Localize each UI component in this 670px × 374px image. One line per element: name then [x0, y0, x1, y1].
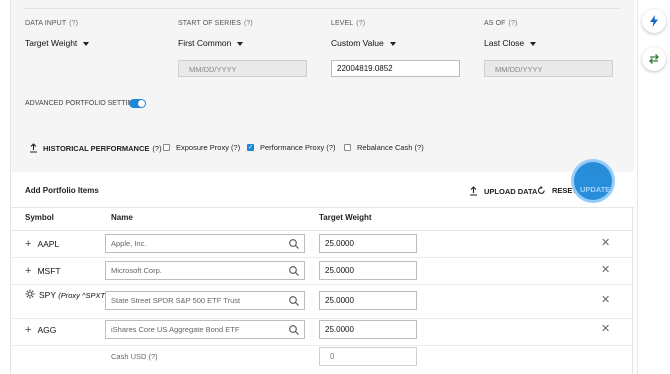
close-icon[interactable]: ✕: [601, 263, 610, 276]
search-icon[interactable]: [288, 295, 300, 307]
update-button-highlight: [574, 162, 612, 200]
table-row: SPY (Proxy ^SPXTR) State Street SPDR S&P…: [11, 285, 634, 319]
data-input-select[interactable]: Target Weight: [25, 38, 90, 48]
caret-down-icon: [389, 41, 396, 46]
update-button[interactable]: UPDATE: [580, 185, 610, 194]
help-icon[interactable]: (?): [356, 20, 365, 27]
start-date-input[interactable]: MM/DD/YYYY: [178, 60, 307, 77]
help-icon[interactable]: (?): [509, 20, 518, 27]
level-field: LEVEL (?) Custom Value: [331, 20, 396, 48]
close-icon[interactable]: ✕: [601, 322, 610, 335]
close-icon[interactable]: ✕: [601, 236, 610, 249]
name-input[interactable]: Apple, Inc.: [105, 234, 305, 253]
portfolio-items-title: Add Portfolio Items: [25, 186, 99, 195]
side-rail: [637, 0, 670, 374]
plus-icon[interactable]: +: [25, 238, 31, 250]
data-input-label: DATA INPUT: [25, 20, 67, 27]
cash-input[interactable]: 0: [319, 347, 417, 366]
as-of-select[interactable]: Last Close: [484, 38, 537, 48]
level-label: LEVEL: [331, 20, 354, 27]
help-icon[interactable]: (?): [244, 20, 253, 27]
weight-input[interactable]: 25.0000: [319, 261, 417, 280]
close-icon[interactable]: ✕: [601, 293, 610, 306]
lightning-icon: [650, 15, 658, 27]
swap-icon: [649, 54, 659, 64]
as-of-date-input[interactable]: MM/DD/YYYY: [484, 60, 613, 77]
cash-label: Cash USD (?): [111, 352, 158, 361]
symbol-cell: + AAPL: [25, 238, 60, 250]
level-value-input[interactable]: 22004819.0852: [331, 60, 460, 77]
divider: [25, 8, 620, 9]
level-select[interactable]: Custom Value: [331, 38, 396, 48]
advanced-settings-label: ADVANCED PORTFOLIO SETTINGS: [25, 100, 143, 107]
name-input[interactable]: Microsoft Corp.: [105, 261, 305, 280]
caret-down-icon: [83, 41, 90, 46]
historical-performance-button[interactable]: HISTORICAL PERFORMANCE (?): [29, 143, 162, 153]
search-icon[interactable]: [288, 265, 300, 277]
name-column-header: Name: [111, 213, 133, 222]
weight-input[interactable]: 25.0000: [319, 320, 417, 339]
exposure-proxy-checkbox[interactable]: Exposure Proxy (?): [163, 143, 240, 152]
toggle-knob: [138, 100, 145, 107]
checkbox-box: [163, 144, 170, 151]
gear-icon[interactable]: [25, 289, 35, 299]
data-input-field: DATA INPUT (?) Target Weight: [25, 20, 90, 48]
weight-input[interactable]: 25.0000: [319, 234, 417, 253]
plus-icon[interactable]: +: [25, 324, 31, 336]
advanced-settings-toggle[interactable]: [129, 99, 146, 108]
portfolio-items-header: Add Portfolio Items UPLOAD DATA RESET: [11, 172, 634, 208]
help-icon[interactable]: (?): [69, 20, 78, 27]
plus-icon[interactable]: +: [25, 265, 31, 277]
name-input[interactable]: iShares Core US Aggregate Bond ETF: [105, 320, 305, 339]
name-input[interactable]: State Street SPDR S&P 500 ETF Trust: [105, 291, 305, 310]
portfolio-panel: DATA INPUT (?) Target Weight START OF SER…: [10, 0, 634, 374]
reset-button[interactable]: RESET: [537, 186, 577, 195]
weight-input[interactable]: 25.0000: [319, 291, 417, 310]
start-of-series-field: START OF SERIES (?) First Common: [178, 20, 253, 48]
caret-down-icon: [530, 41, 537, 46]
table-row: + MSFT Microsoft Corp. 25.0000 ✕: [11, 258, 634, 285]
symbol-cell: + AGG: [25, 324, 57, 336]
upload-icon: [30, 143, 37, 153]
swap-button[interactable]: [642, 47, 666, 71]
lightning-button[interactable]: [642, 9, 666, 33]
caret-down-icon: [237, 41, 244, 46]
historical-performance-label: HISTORICAL PERFORMANCE: [43, 143, 150, 153]
symbol-cell: SPY (Proxy ^SPXTR): [25, 289, 113, 300]
rebalance-cash-checkbox[interactable]: Rebalance Cash (?): [344, 143, 424, 152]
symbol-column-header: Symbol: [25, 213, 54, 222]
as-of-label: AS OF: [484, 20, 506, 27]
upload-icon: [470, 186, 477, 196]
checkbox-box: [344, 144, 351, 151]
search-icon[interactable]: [288, 324, 300, 336]
settings-section: DATA INPUT (?) Target Weight START OF SER…: [11, 0, 634, 172]
symbol-cell: + MSFT: [25, 265, 61, 277]
weight-column-header: Target Weight: [319, 213, 372, 222]
as-of-field: AS OF (?) Last Close: [484, 20, 537, 48]
search-icon[interactable]: [288, 238, 300, 250]
table-row: + AAPL Apple, Inc. 25.0000 ✕: [11, 231, 634, 258]
table-row: + AGG iShares Core US Aggregate Bond ETF …: [11, 319, 634, 346]
start-of-series-select[interactable]: First Common: [178, 38, 244, 48]
check-icon: ✓: [247, 144, 254, 151]
help-icon[interactable]: (?): [152, 144, 161, 153]
upload-data-button[interactable]: UPLOAD DATA: [469, 186, 537, 196]
performance-proxy-checkbox[interactable]: ✓ Performance Proxy (?): [247, 143, 335, 152]
start-of-series-label: START OF SERIES: [178, 20, 241, 27]
reset-icon: [537, 186, 545, 194]
